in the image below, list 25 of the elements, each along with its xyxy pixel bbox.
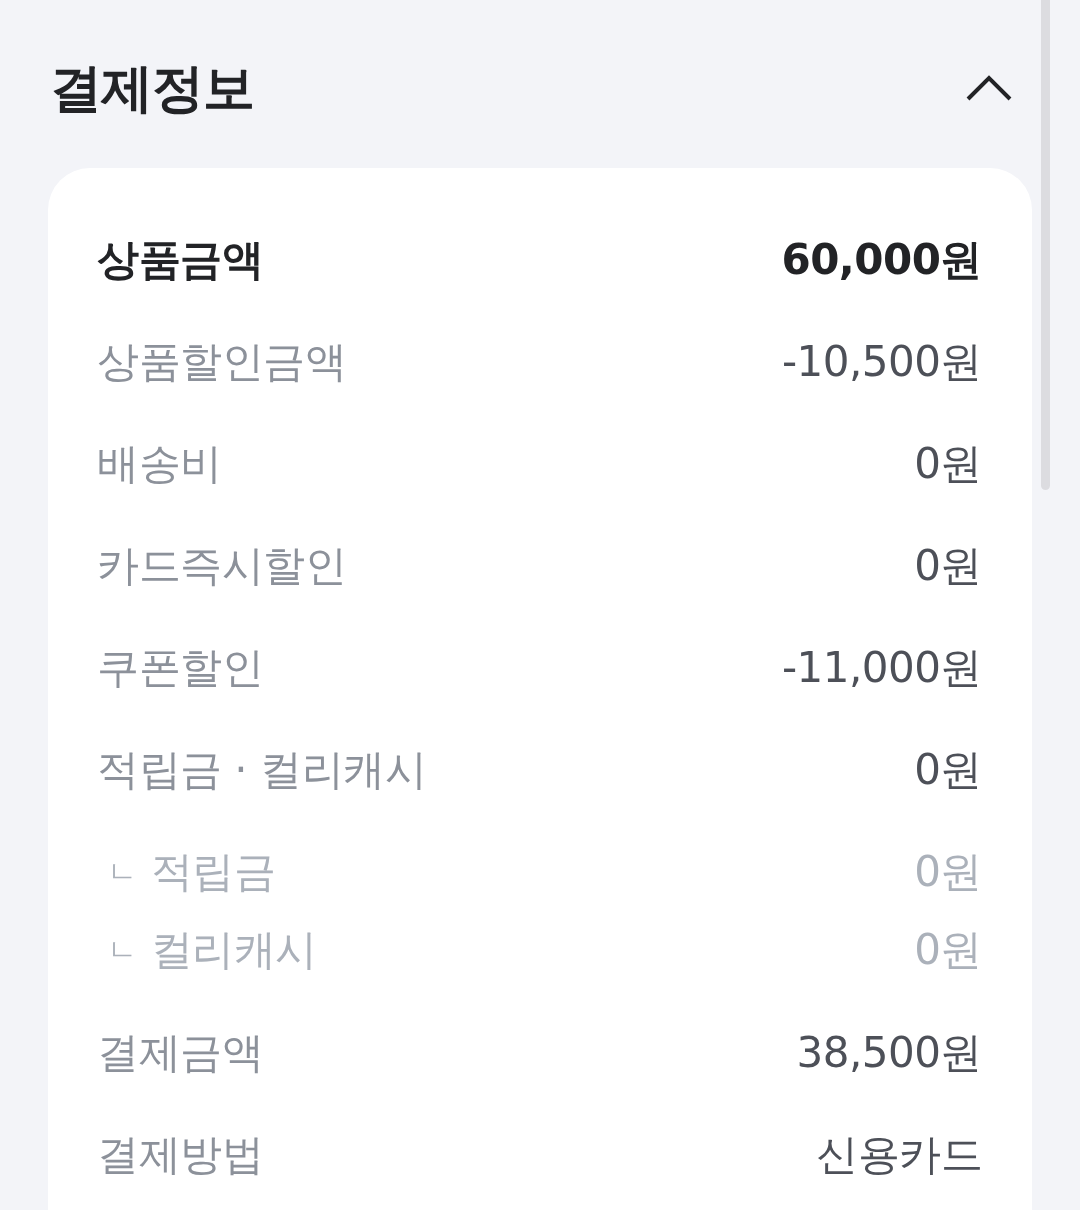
row-value: 신용카드 [816,1129,982,1181]
branch-marker: ㄴ [106,930,137,969]
row-value: -11,000원 [781,642,982,694]
row-value: 0원 [914,438,982,490]
row-label: 적립금 · 컬리캐시 [97,744,427,796]
scrollbar-thumb[interactable] [1041,0,1050,490]
row-label: 적립금 [150,846,275,898]
row-value: 0원 [914,846,982,898]
row-label: 상품금액 [97,234,263,286]
chevron-up-icon[interactable] [966,75,1012,101]
row-value: 60,000원 [781,234,982,286]
row-label: 카드즉시할인 [97,540,346,592]
row-label: 결제방법 [97,1129,263,1181]
row-value: -10,500원 [781,336,982,388]
row-value: 0원 [914,540,982,592]
row-value: 0원 [914,744,982,796]
branch-marker: ㄴ [106,852,137,891]
row-label: 배송비 [97,438,222,490]
section-title: 결제정보 [50,60,254,116]
row-label: 쿠폰할인 [97,642,263,694]
row-value: 0원 [914,924,982,976]
row-label: 컬리캐시 [150,924,317,976]
row-value: 38,500원 [796,1027,982,1079]
row-label: 결제금액 [97,1027,263,1079]
row-label: 상품할인금액 [97,336,346,388]
